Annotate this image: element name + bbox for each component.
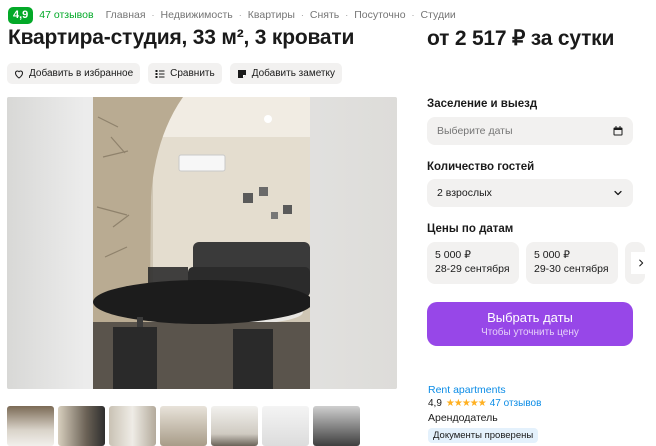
- breadcrumb-studios[interactable]: Студии: [421, 9, 456, 21]
- date-price-amount: 5 000 ₽: [435, 249, 471, 261]
- seller-rating: 4,9 ★★★★★ 47 отзывов: [428, 398, 541, 409]
- thumbnail[interactable]: [58, 406, 105, 446]
- select-dates-button[interactable]: Выбрать даты Чтобы уточнить цену: [427, 302, 633, 346]
- add-to-favorites-button[interactable]: Добавить в избранное: [7, 63, 141, 84]
- thumbnail[interactable]: [109, 406, 156, 446]
- thumbnail[interactable]: [313, 406, 360, 446]
- note-icon: [237, 69, 246, 78]
- seller-role: Арендодатель: [428, 412, 498, 424]
- breadcrumb-daily[interactable]: Посуточно: [354, 9, 405, 21]
- add-to-favorites-label: Добавить в избранное: [29, 68, 134, 79]
- breadcrumb-realty[interactable]: Недвижимость: [161, 9, 233, 21]
- date-price-card[interactable]: 5 000 ₽ 28-29 сентября: [427, 242, 519, 284]
- guests-label: Количество гостей: [427, 161, 535, 173]
- date-price-dates: 28-29 сентября: [435, 263, 510, 275]
- date-price-list: 5 000 ₽ 28-29 сентября 5 000 ₽ 29-30 сен…: [427, 242, 656, 284]
- thumbnail-strip: [7, 406, 360, 446]
- listing-title: Квартира-студия, 33 м², 3 кровати: [8, 26, 355, 49]
- guests-select[interactable]: 2 взрослых: [427, 179, 633, 207]
- thumbnail[interactable]: [211, 406, 258, 446]
- breadcrumb-home[interactable]: Главная: [106, 9, 146, 21]
- compare-label: Сравнить: [170, 68, 215, 79]
- scroll-right-button[interactable]: [631, 252, 651, 274]
- add-note-button[interactable]: Добавить заметку: [229, 63, 342, 84]
- date-price-amount: 5 000 ₽: [534, 249, 570, 261]
- main-photo[interactable]: [93, 97, 310, 389]
- star-rating-icon: ★★★★★: [445, 398, 487, 409]
- seller-reviews-link[interactable]: 47 отзывов: [490, 398, 542, 409]
- select-dates-label: Выбрать даты: [487, 309, 573, 325]
- chevron-right-icon: [639, 259, 644, 267]
- calendar-icon: [613, 126, 623, 136]
- add-note-label: Добавить заметку: [251, 68, 335, 79]
- top-bar: 4,9 47 отзывов Главная · Недвижимость · …: [8, 6, 456, 24]
- breadcrumb-rent[interactable]: Снять: [310, 9, 339, 21]
- date-picker-placeholder: Выберите даты: [437, 125, 513, 137]
- breadcrumb-separator-icon: ·: [411, 10, 415, 20]
- thumbnail[interactable]: [7, 406, 54, 446]
- heart-icon: [14, 70, 24, 79]
- date-price-dates: 29-30 сентября: [534, 263, 609, 275]
- chevron-down-icon: [614, 190, 622, 196]
- select-dates-sublabel: Чтобы уточнить цену: [481, 326, 579, 338]
- breadcrumb-separator-icon: ·: [151, 10, 155, 20]
- seller-rating-value: 4,9: [428, 398, 442, 409]
- breadcrumb-apartments[interactable]: Квартиры: [248, 9, 295, 21]
- listing-actions: Добавить в избранное Сравнить Добавить з…: [7, 63, 342, 84]
- listing-price: от 2 517 ₽ за сутки: [427, 27, 615, 50]
- thumbnail[interactable]: [160, 406, 207, 446]
- breadcrumb-separator-icon: ·: [238, 10, 242, 20]
- dates-label: Заселение и выезд: [427, 98, 538, 110]
- reviews-link[interactable]: 47 отзывов: [39, 9, 93, 21]
- breadcrumb-separator-icon: ·: [345, 10, 349, 20]
- documents-verified-badge: Документы проверены: [428, 428, 539, 443]
- date-picker-field[interactable]: Выберите даты: [427, 117, 633, 145]
- compare-icon: [155, 69, 165, 78]
- compare-button[interactable]: Сравнить: [148, 63, 222, 84]
- date-price-card[interactable]: 5 000 ₽ 29-30 сентября: [526, 242, 618, 284]
- guests-value: 2 взрослых: [437, 187, 492, 199]
- photo-gallery[interactable]: [7, 97, 397, 389]
- breadcrumb-separator-icon: ·: [300, 10, 304, 20]
- thumbnail[interactable]: [262, 406, 309, 446]
- prices-by-date-label: Цены по датам: [427, 223, 514, 235]
- rating-badge: 4,9: [8, 6, 34, 24]
- seller-name-link[interactable]: Rent apartments: [428, 384, 506, 396]
